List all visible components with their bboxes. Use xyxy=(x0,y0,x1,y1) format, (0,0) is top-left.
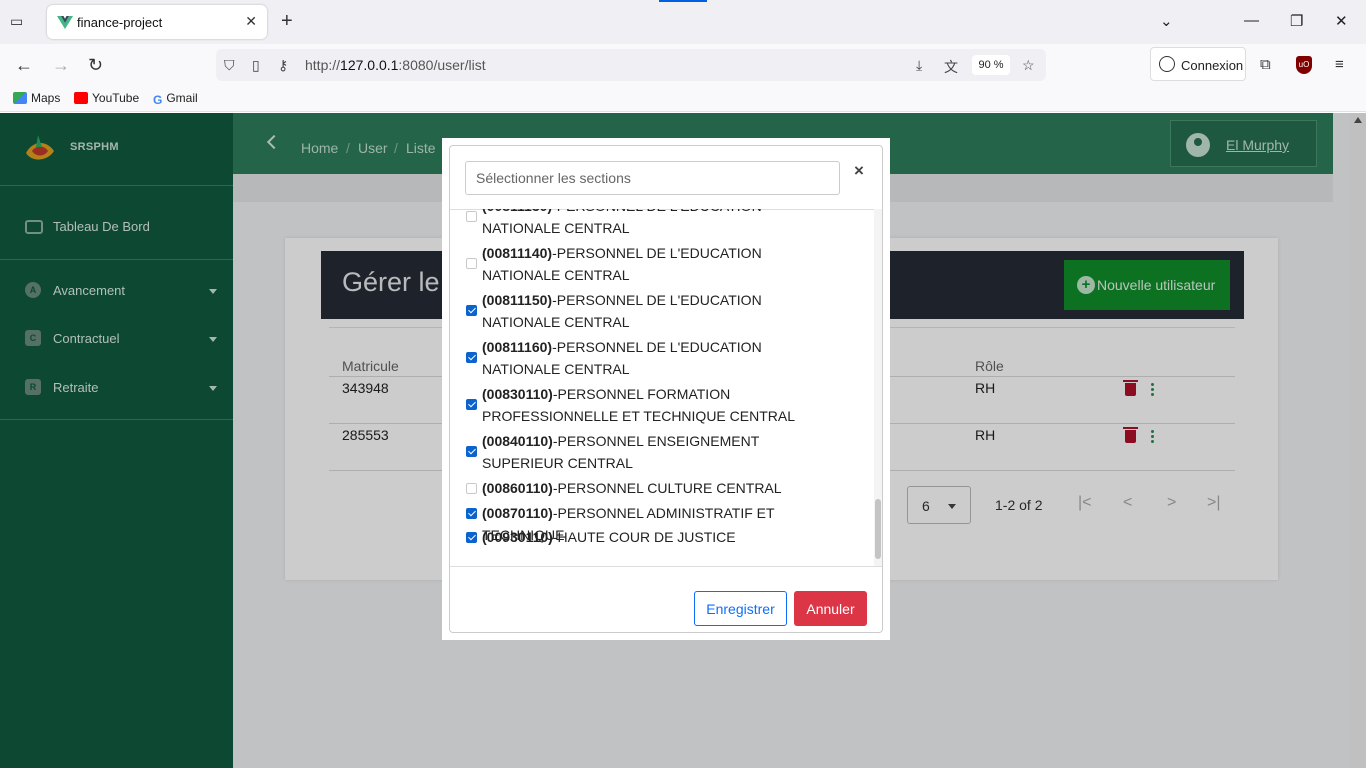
reload-icon[interactable]: ↻ xyxy=(88,55,103,75)
cancel-button[interactable]: Annuler xyxy=(794,591,867,626)
section-item[interactable]: (00811140)-PERSONNEL DE L'EDUCATION NATI… xyxy=(450,242,870,286)
section-item[interactable]: (00840110)-PERSONNEL ENSEIGNEMENT SUPERI… xyxy=(450,430,870,474)
extensions-icon[interactable]: ⧉ xyxy=(1260,56,1271,73)
url-text[interactable]: http://127.0.0.1:8080/user/list xyxy=(305,57,486,73)
section-label: (00811150)-PERSONNEL DE L'EDUCATION NATI… xyxy=(482,292,762,330)
browser-tab-bar: ▭ finance-project ✕ + ⌄ — ❐ ✕ xyxy=(0,0,1366,44)
shield-icon[interactable]: ⛉ xyxy=(224,57,235,74)
sections-search-input[interactable] xyxy=(465,161,840,195)
key-icon[interactable]: ⚷ xyxy=(278,57,288,74)
bookmark-star-icon[interactable]: ☆ xyxy=(1022,57,1035,74)
section-checkbox[interactable] xyxy=(466,483,477,494)
tab-close-icon[interactable]: ✕ xyxy=(245,13,257,30)
tab-list-icon[interactable]: ▭ xyxy=(10,13,28,31)
forward-icon[interactable]: → xyxy=(52,55,70,75)
minimize-icon[interactable]: — xyxy=(1244,12,1259,29)
tab-overflow-icon[interactable]: ⌄ xyxy=(1160,12,1173,30)
section-checkbox[interactable] xyxy=(466,508,477,519)
section-checkbox[interactable] xyxy=(466,352,477,363)
menu-icon[interactable]: ≡ xyxy=(1335,56,1344,73)
window-close-icon[interactable]: ✕ xyxy=(1335,12,1348,30)
section-label: (00811160)-PERSONNEL DE L'EDUCATION NATI… xyxy=(482,339,762,377)
tab-title: finance-project xyxy=(77,15,163,30)
section-label: (00811130)-PERSONNEL DE L'EDUCATION NATI… xyxy=(482,209,762,236)
sections-list[interactable]: (00811130)-PERSONNEL DE L'EDUCATION NATI… xyxy=(450,209,882,566)
section-checkbox[interactable] xyxy=(466,532,477,543)
section-label: (00840110)-PERSONNEL ENSEIGNEMENT SUPERI… xyxy=(482,433,759,471)
back-icon[interactable]: ← xyxy=(15,55,33,75)
google-icon: G xyxy=(153,93,163,107)
tab-accent xyxy=(659,0,707,2)
modal-content: × (00811130)-PERSONNEL DE L'EDUCATION NA… xyxy=(449,145,883,633)
account-icon xyxy=(1159,56,1175,72)
bookmarks-bar: Maps YouTube G Gmail xyxy=(0,86,1366,112)
bookmark-youtube[interactable]: YouTube xyxy=(74,91,139,105)
save-button[interactable]: Enregistrer xyxy=(694,591,787,626)
url-bar[interactable]: ⛉ ▯ ⚷ http://127.0.0.1:8080/user/list ⤓ … xyxy=(216,49,1046,81)
section-label: (00811140)-PERSONNEL DE L'EDUCATION NATI… xyxy=(482,245,762,283)
section-label: (00830110)-PERSONNEL FORMATION PROFESSIO… xyxy=(482,386,795,424)
bookmark-gmail[interactable]: G Gmail xyxy=(153,91,198,107)
section-checkbox[interactable] xyxy=(466,399,477,410)
section-checkbox[interactable] xyxy=(466,305,477,316)
close-icon[interactable]: × xyxy=(854,161,864,181)
modal-divider xyxy=(450,566,882,567)
browser-nav-bar: ← → ↻ ⛉ ▯ ⚷ http://127.0.0.1:8080/user/l… xyxy=(0,44,1366,86)
section-item[interactable]: (00811130)-PERSONNEL DE L'EDUCATION NATI… xyxy=(450,209,870,239)
section-item[interactable]: (00860110)-PERSONNEL CULTURE CENTRAL xyxy=(450,477,870,499)
zoom-level[interactable]: 90 % xyxy=(972,55,1010,75)
section-checkbox[interactable] xyxy=(466,446,477,457)
section-item[interactable]: (00830110)-PERSONNEL FORMATION PROFESSIO… xyxy=(450,383,870,427)
restore-icon[interactable]: ❐ xyxy=(1290,12,1303,30)
youtube-icon xyxy=(74,92,88,104)
list-scrollbar[interactable] xyxy=(874,209,882,566)
browser-tab[interactable]: finance-project ✕ xyxy=(47,5,267,39)
section-item[interactable]: (00811160)-PERSONNEL DE L'EDUCATION NATI… xyxy=(450,336,870,380)
section-item[interactable]: (00930110)-HAUTE COUR DE JUSTICE xyxy=(450,526,870,548)
section-label: (00860110)-PERSONNEL CULTURE CENTRAL xyxy=(482,480,782,496)
connexion-button[interactable]: Connexion xyxy=(1150,47,1246,81)
connexion-label: Connexion xyxy=(1181,58,1244,73)
bookmark-maps[interactable]: Maps xyxy=(13,91,60,105)
section-checkbox[interactable] xyxy=(466,258,477,269)
vue-logo-icon xyxy=(57,16,73,29)
app-page: SRSPHM Tableau De Bord A Avancement C Co… xyxy=(0,113,1366,768)
download-icon[interactable]: ⤓ xyxy=(916,57,922,74)
section-item[interactable]: (00811150)-PERSONNEL DE L'EDUCATION NATI… xyxy=(450,289,870,333)
new-tab-icon[interactable]: + xyxy=(281,10,293,32)
section-label: (00930110)-HAUTE COUR DE JUSTICE xyxy=(482,529,736,545)
translate-icon[interactable]: 文 xyxy=(944,57,958,77)
page-icon[interactable]: ▯ xyxy=(252,57,260,74)
section-item[interactable]: (00870110)-PERSONNEL ADMINISTRATIF ET TE… xyxy=(450,502,870,543)
ublock-icon[interactable]: uO xyxy=(1296,56,1312,74)
list-scrollbar-thumb[interactable] xyxy=(875,499,881,559)
maps-icon xyxy=(13,92,27,104)
section-checkbox[interactable] xyxy=(466,211,477,222)
sections-modal: × (00811130)-PERSONNEL DE L'EDUCATION NA… xyxy=(442,138,890,640)
